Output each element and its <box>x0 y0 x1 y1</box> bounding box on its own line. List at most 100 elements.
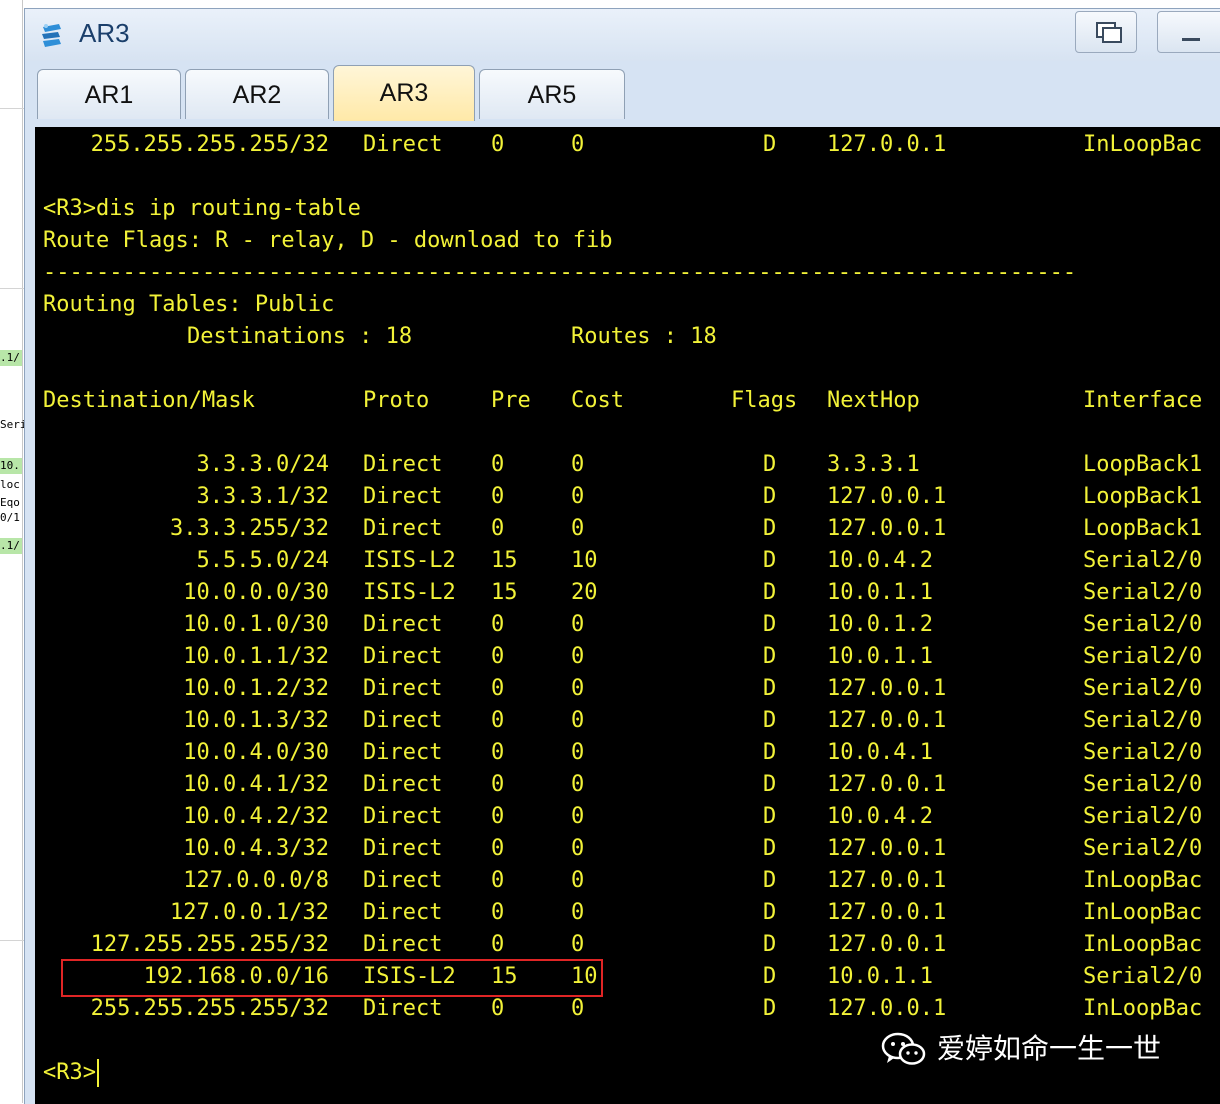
route-destination: 255.255.255.255/32 <box>90 996 329 1021</box>
route-destination: 3.3.3.1/32 <box>196 484 329 509</box>
route-pre: 0 <box>491 612 505 637</box>
route-interface: InLoopBac <box>1083 932 1203 957</box>
route-interface: Serial2/0 <box>1083 644 1203 669</box>
route-proto: Direct <box>363 708 443 733</box>
background-window-strip: .1/ Seri 10. loc Eqo 0/1 .1/ <box>0 0 26 1103</box>
route-proto: ISIS-L2 <box>363 548 456 573</box>
route-cost: 0 <box>571 132 585 157</box>
tab-ar5[interactable]: AR5 <box>479 69 625 119</box>
route-pre: 15 <box>491 548 518 573</box>
route-pre: 0 <box>491 772 505 797</box>
route-flags: D <box>763 900 777 925</box>
route-row: 3.3.3.255/32 Direct 0 0 D 127.0.0.1 LoopBack1 <box>43 513 1220 545</box>
tab-ar3[interactable]: AR3 <box>333 65 475 121</box>
route-cost: 0 <box>571 932 585 957</box>
route-pre: 0 <box>491 804 505 829</box>
header-pre: Pre <box>491 388 531 413</box>
route-cost: 0 <box>571 836 585 861</box>
route-proto: Direct <box>363 452 443 477</box>
route-pre: 0 <box>491 932 505 957</box>
route-proto: Direct <box>363 836 443 861</box>
route-nexthop: 127.0.0.1 <box>827 868 947 893</box>
route-flags: D <box>763 644 777 669</box>
route-flags: D <box>763 836 777 861</box>
route-nexthop: 10.0.4.2 <box>827 548 933 573</box>
route-destination: 255.255.255.255/32 <box>90 132 329 157</box>
minimize-button[interactable] <box>1157 11 1220 53</box>
background-label: Seri <box>0 418 26 431</box>
route-interface: Serial2/0 <box>1083 676 1203 701</box>
prompt-line[interactable]: <R3> <box>43 1057 99 1089</box>
route-destination: 127.255.255.255/32 <box>90 932 329 957</box>
route-nexthop: 127.0.0.1 <box>827 516 947 541</box>
summary-line: Destinations : 18 Routes : 18 <box>43 321 1220 353</box>
route-cost: 0 <box>571 740 585 765</box>
terminal-output[interactable]: 255.255.255.255/32 Direct 0 0 D 127.0.0.… <box>35 127 1220 1104</box>
route-flags: D <box>763 996 777 1021</box>
route-cost: 0 <box>571 772 585 797</box>
route-nexthop: 127.0.0.1 <box>827 708 947 733</box>
tab-ar1[interactable]: AR1 <box>37 69 181 119</box>
route-interface: Serial2/0 <box>1083 708 1203 733</box>
route-flags: D <box>763 772 777 797</box>
route-destination: 10.0.1.3/32 <box>183 708 329 733</box>
route-nexthop: 127.0.0.1 <box>827 996 947 1021</box>
route-nexthop: 127.0.0.1 <box>827 836 947 861</box>
console-window: AR3 AR1 AR2 AR3 AR5 255.255.255.255/32 D… <box>24 8 1220 1104</box>
route-row: 10.0.4.2/32 Direct 0 0 D 10.0.4.2 Serial2/0 <box>43 801 1220 833</box>
route-interface: InLoopBac <box>1083 996 1203 1021</box>
background-divider <box>0 288 26 289</box>
route-flags: D <box>763 740 777 765</box>
route-pre: 0 <box>491 900 505 925</box>
separator-line: ----------------------------------------… <box>43 260 1077 285</box>
route-cost: 0 <box>571 676 585 701</box>
watermark: 爱婷如命一生一世 <box>881 1029 1161 1069</box>
route-interface: Serial2/0 <box>1083 740 1203 765</box>
highlight-box <box>61 959 603 997</box>
route-destination: 10.0.4.2/32 <box>183 804 329 829</box>
route-destination: 127.0.0.0/8 <box>183 868 329 893</box>
route-nexthop: 10.0.1.2 <box>827 612 933 637</box>
route-row: 3.3.3.0/24 Direct 0 0 D 3.3.3.1 LoopBack1 <box>43 449 1220 481</box>
minimize-icon <box>1182 38 1200 41</box>
restore-button[interactable] <box>1075 11 1137 53</box>
route-proto: Direct <box>363 804 443 829</box>
route-flags: D <box>763 580 777 605</box>
route-row: 10.0.4.1/32 Direct 0 0 D 127.0.0.1 Serial2/0 <box>43 769 1220 801</box>
route-interface: LoopBack1 <box>1083 484 1203 509</box>
route-proto: Direct <box>363 996 443 1021</box>
route-nexthop: 10.0.1.1 <box>827 644 933 669</box>
route-proto: Direct <box>363 516 443 541</box>
wechat-icon <box>881 1032 926 1065</box>
route-destination: 10.0.4.3/32 <box>183 836 329 861</box>
route-cost: 0 <box>571 996 585 1021</box>
title-bar[interactable]: AR3 <box>25 9 1220 61</box>
route-row: 10.0.1.3/32 Direct 0 0 D 127.0.0.1 Serial2/0 <box>43 705 1220 737</box>
tab-ar2[interactable]: AR2 <box>185 69 329 119</box>
route-interface: Serial2/0 <box>1083 548 1203 573</box>
route-cost: 0 <box>571 452 585 477</box>
route-flags: D <box>763 804 777 829</box>
route-cost: 0 <box>571 516 585 541</box>
route-row: 10.0.0.0/30 ISIS-L2 15 20 D 10.0.1.1 Serial2/0 <box>43 577 1220 609</box>
route-flags: D <box>763 548 777 573</box>
route-nexthop: 10.0.4.2 <box>827 804 933 829</box>
background-divider <box>22 0 23 1103</box>
routing-tables-title: Routing Tables: Public <box>43 292 335 317</box>
route-cost: 0 <box>571 708 585 733</box>
header-flags: Flags <box>731 388 798 413</box>
header-nexthop: NextHop <box>827 388 920 413</box>
route-pre: 0 <box>491 708 505 733</box>
restore-icon <box>1096 22 1122 43</box>
route-interface: LoopBack1 <box>1083 452 1203 477</box>
route-cost: 0 <box>571 868 585 893</box>
route-pre: 0 <box>491 836 505 861</box>
route-flags: D <box>763 676 777 701</box>
cli-prompt: <R3> <box>43 1060 96 1085</box>
header-proto: Proto <box>363 388 430 413</box>
route-pre: 0 <box>491 132 505 157</box>
text-cursor <box>96 1059 99 1087</box>
route-cost: 0 <box>571 612 585 637</box>
route-interface: Serial2/0 <box>1083 804 1203 829</box>
route-nexthop: 127.0.0.1 <box>827 484 947 509</box>
